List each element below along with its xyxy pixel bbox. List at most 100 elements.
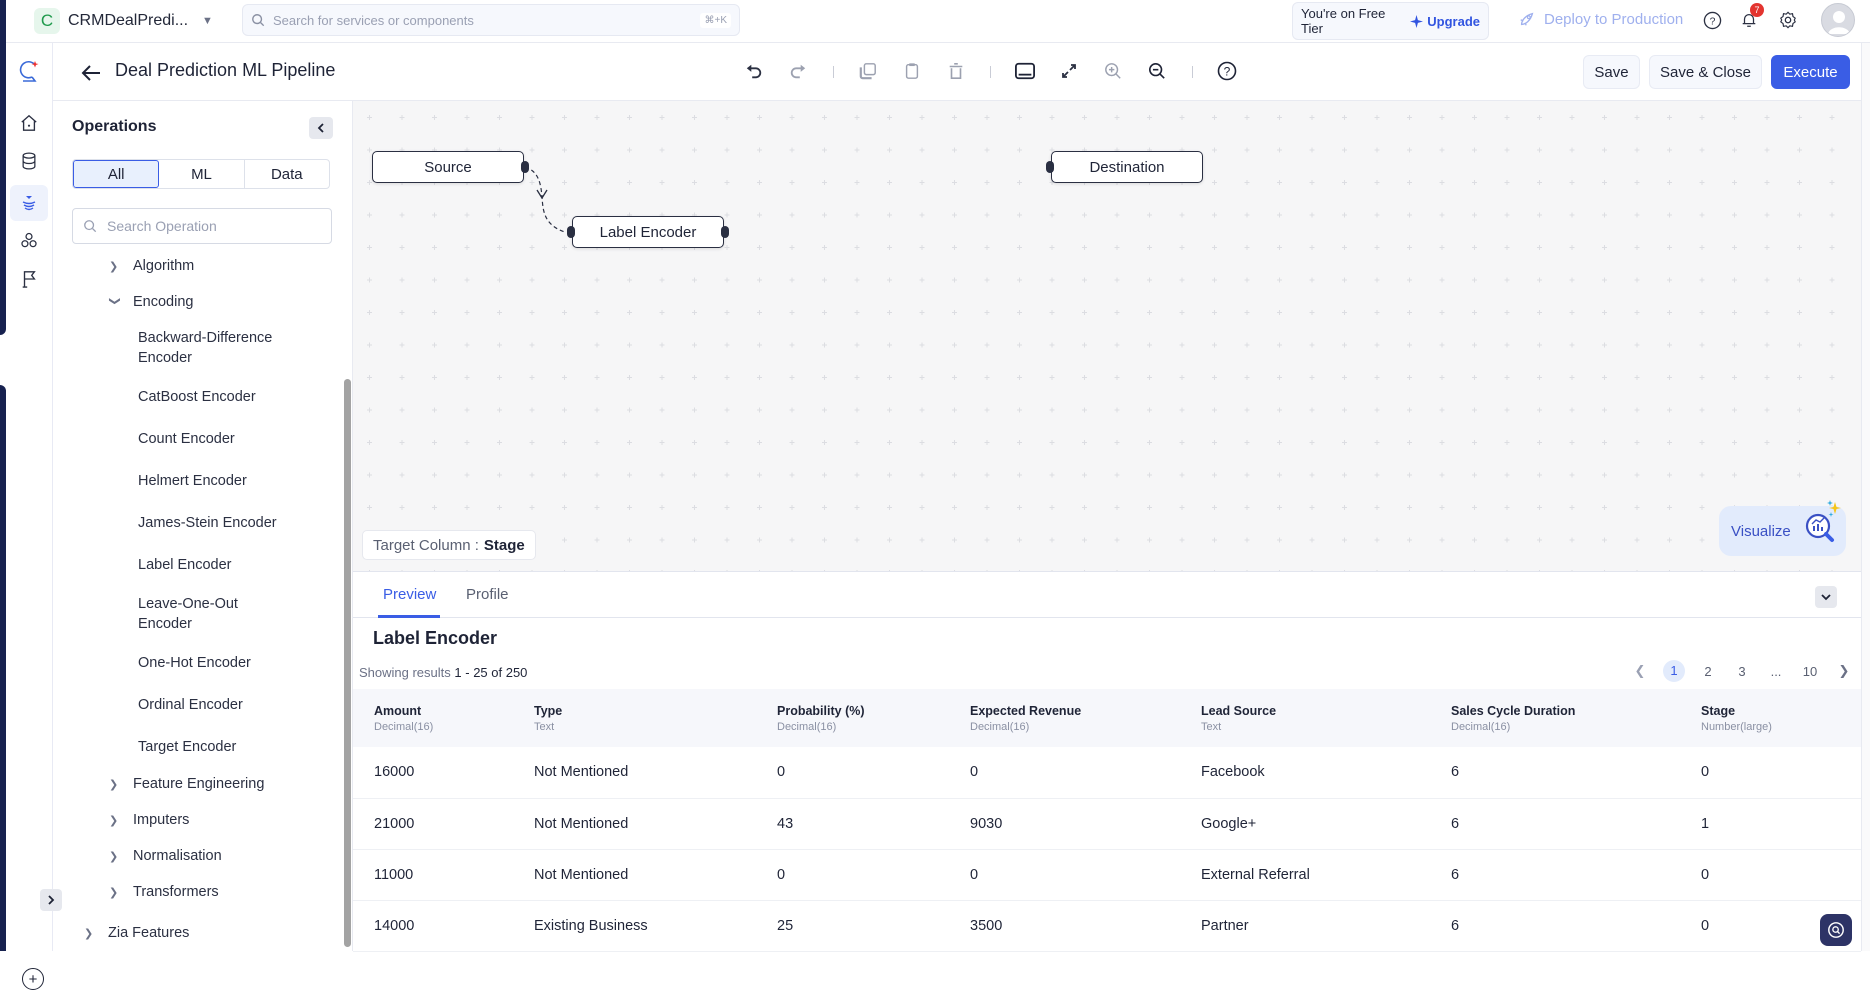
- cell: 16000: [353, 747, 513, 798]
- tree-item-feature-engineering[interactable]: ❯ Feature Engineering: [109, 776, 264, 792]
- add-icon[interactable]: +: [22, 968, 44, 990]
- operation-item[interactable]: One-Hot Encoder: [138, 653, 298, 673]
- undo-icon[interactable]: [742, 59, 766, 83]
- column-header[interactable]: StageNumber(large): [1680, 689, 1861, 747]
- column-name: Lead Source: [1201, 704, 1430, 718]
- copy-icon[interactable]: [856, 59, 880, 83]
- next-page-icon[interactable]: ❯: [1827, 663, 1861, 679]
- panel-toggle-icon[interactable]: [1013, 59, 1037, 83]
- column-header[interactable]: Sales Cycle DurationDecimal(16): [1430, 689, 1680, 747]
- user-avatar[interactable]: [1821, 3, 1855, 37]
- filter-data[interactable]: Data: [245, 160, 329, 188]
- node-label-encoder[interactable]: Label Encoder: [572, 216, 724, 248]
- output-port[interactable]: [521, 161, 529, 173]
- expand-rail-button[interactable]: [40, 889, 62, 911]
- operation-item[interactable]: Leave-One-Out Encoder: [138, 594, 258, 634]
- project-switcher[interactable]: C CRMDealPredi... ▼: [34, 8, 213, 34]
- table-header-row: AmountDecimal(16) TypeText Probability (…: [353, 689, 1861, 747]
- operation-item[interactable]: Backward-Difference Encoder: [138, 328, 298, 368]
- page-3[interactable]: 3: [1725, 664, 1759, 679]
- filter-ml[interactable]: ML: [159, 160, 244, 188]
- operations-scrollbar[interactable]: [344, 379, 351, 947]
- prev-page-icon[interactable]: ❮: [1623, 663, 1657, 679]
- notification-bell-icon[interactable]: 7: [1737, 8, 1761, 32]
- rocket-icon: [1518, 10, 1536, 28]
- paste-icon[interactable]: [900, 59, 924, 83]
- tree-item-encoding[interactable]: ❯ Encoding: [109, 294, 193, 310]
- sparkle-icon: [1410, 15, 1423, 28]
- column-header[interactable]: Probability (%)Decimal(16): [756, 689, 949, 747]
- tab-preview[interactable]: Preview: [383, 586, 436, 603]
- deploy-button[interactable]: Deploy to Production: [1518, 10, 1683, 28]
- save-close-button[interactable]: Save & Close: [1649, 55, 1762, 89]
- operation-item[interactable]: Target Encoder: [138, 737, 298, 757]
- collapse-preview-button[interactable]: [1815, 586, 1837, 608]
- operation-item[interactable]: Count Encoder: [138, 429, 298, 449]
- back-arrow-icon[interactable]: [79, 61, 103, 85]
- node-source[interactable]: Source: [372, 151, 524, 183]
- operation-item[interactable]: Label Encoder: [138, 555, 298, 575]
- zia-search-button[interactable]: [1820, 914, 1852, 946]
- page-2[interactable]: 2: [1691, 664, 1725, 679]
- page-scrollbar[interactable]: [1861, 43, 1870, 951]
- app-logo-icon[interactable]: [10, 53, 48, 89]
- pagination: ❮ 1 2 3 ... 10 ❯: [1623, 659, 1861, 683]
- models-icon[interactable]: [10, 223, 48, 259]
- output-port[interactable]: [721, 226, 729, 238]
- tree-item-normalisation[interactable]: ❯ Normalisation: [109, 848, 222, 864]
- column-header[interactable]: AmountDecimal(16): [353, 689, 513, 747]
- help-icon[interactable]: ?: [1700, 8, 1724, 32]
- database-icon[interactable]: [10, 143, 48, 179]
- tree-item-imputers[interactable]: ❯ Imputers: [109, 812, 189, 828]
- zoom-out-icon[interactable]: [1145, 59, 1169, 83]
- column-header[interactable]: Expected RevenueDecimal(16): [949, 689, 1180, 747]
- flag-icon[interactable]: [10, 261, 48, 297]
- cell: 0: [949, 849, 1180, 900]
- operation-search-input[interactable]: Search Operation: [72, 208, 332, 244]
- cell: 9030: [949, 798, 1180, 849]
- operation-item[interactable]: Helmert Encoder: [138, 471, 298, 491]
- pipeline-canvas[interactable]: Source Label Encoder Destination Target …: [353, 101, 1861, 571]
- home-icon[interactable]: [10, 105, 48, 141]
- help-circle-icon[interactable]: ?: [1215, 59, 1239, 83]
- fit-screen-icon[interactable]: [1057, 59, 1081, 83]
- execute-button[interactable]: Execute: [1771, 55, 1850, 89]
- target-column-chip: Target Column : Stage: [362, 530, 536, 560]
- tree-item-zia-features[interactable]: ❯ Zia Features: [84, 925, 189, 941]
- input-port[interactable]: [1046, 161, 1054, 173]
- cell: 6: [1430, 900, 1680, 951]
- operation-item[interactable]: CatBoost Encoder: [138, 387, 298, 407]
- save-button[interactable]: Save: [1583, 55, 1640, 89]
- input-port[interactable]: [567, 226, 575, 238]
- upgrade-link[interactable]: Upgrade: [1410, 14, 1480, 29]
- toolbar-divider: [833, 66, 834, 78]
- operation-item[interactable]: Ordinal Encoder: [138, 695, 298, 715]
- filter-all[interactable]: All: [73, 160, 159, 188]
- tree-item-transformers[interactable]: ❯ Transformers: [109, 884, 219, 900]
- zoom-in-icon[interactable]: [1101, 59, 1125, 83]
- global-search-input[interactable]: Search for services or components ⌘+K: [242, 4, 740, 36]
- redo-icon[interactable]: [786, 59, 810, 83]
- page-header: Deal Prediction ML Pipeline ? Save Save …: [53, 43, 1870, 101]
- page-10[interactable]: 10: [1793, 664, 1827, 679]
- column-name: Sales Cycle Duration: [1451, 704, 1680, 718]
- settings-gear-icon[interactable]: [1776, 8, 1800, 32]
- column-header[interactable]: Lead SourceText: [1180, 689, 1430, 747]
- user-icon: [1822, 4, 1855, 37]
- delete-icon[interactable]: [944, 59, 968, 83]
- operation-item[interactable]: James-Stein Encoder: [138, 513, 298, 533]
- tree-item-algorithm[interactable]: ❯ Algorithm: [109, 258, 194, 274]
- pipeline-icon[interactable]: [10, 185, 48, 221]
- search-shortcut: ⌘+K: [700, 13, 731, 28]
- collapse-panel-button[interactable]: [309, 117, 333, 139]
- page-1[interactable]: 1: [1657, 660, 1691, 682]
- search-icon: [83, 219, 97, 233]
- table-row: 16000 Not Mentioned 0 0 Facebook 6 0: [353, 747, 1861, 798]
- column-header[interactable]: TypeText: [513, 689, 756, 747]
- notification-count: 7: [1750, 3, 1764, 17]
- top-bar: C CRMDealPredi... ▼ Search for services …: [6, 0, 1870, 43]
- visualize-button[interactable]: Visualize: [1719, 506, 1846, 556]
- column-name: Amount: [374, 704, 513, 718]
- tab-profile[interactable]: Profile: [466, 586, 509, 603]
- node-destination[interactable]: Destination: [1051, 151, 1203, 183]
